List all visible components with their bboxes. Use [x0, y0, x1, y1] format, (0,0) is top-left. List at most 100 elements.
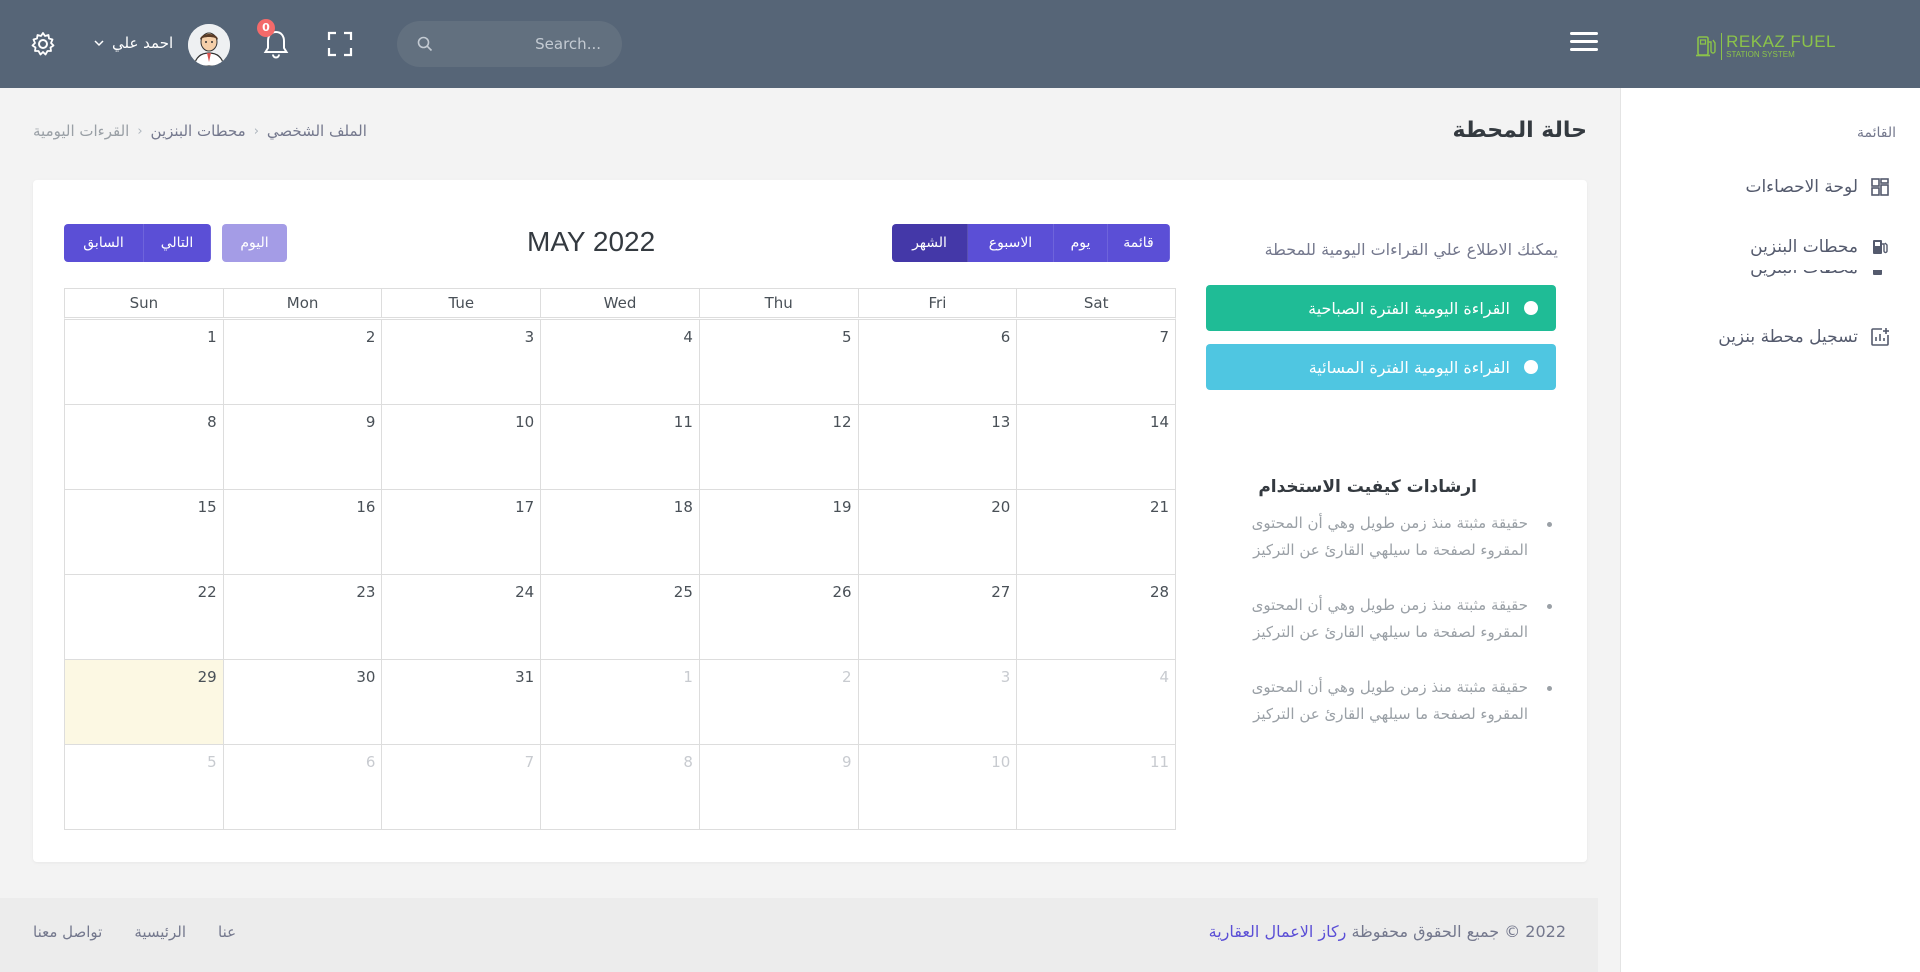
event-dot — [1524, 360, 1538, 374]
calendar-day[interactable]: 5 — [65, 745, 223, 829]
sidebar-item-register-station[interactable]: تسجيل محطة بنزين — [1718, 327, 1890, 347]
calendar-day[interactable]: 7 — [381, 745, 540, 829]
event-label: القراءة اليومية الفترة المسائية — [1308, 357, 1510, 377]
notification-badge: 0 — [257, 19, 275, 37]
avatar[interactable] — [188, 24, 230, 66]
calendar-day[interactable]: 10 — [857, 745, 1017, 829]
calendar-day[interactable]: 14 — [1016, 405, 1175, 489]
calendar-day[interactable]: 9 — [222, 405, 382, 489]
view-month-button[interactable]: الشهر — [892, 224, 968, 262]
calendar-day[interactable]: 9 — [698, 745, 858, 829]
calendar-day[interactable]: 13 — [857, 405, 1017, 489]
weekday-label: Sun — [129, 294, 159, 312]
gas-pump-icon — [1873, 270, 1882, 275]
calendar-day-today[interactable]: 29 — [65, 660, 223, 744]
view-day-button[interactable]: يوم — [1054, 224, 1108, 262]
calendar-day[interactable]: 3 — [381, 320, 540, 404]
calendar-day[interactable]: 4 — [1016, 660, 1175, 744]
calendar-day[interactable]: 3 — [857, 660, 1017, 744]
calendar-day[interactable]: 1 — [540, 660, 699, 744]
sidebar-title: القائمة — [1857, 125, 1896, 141]
sidebar-item-stations[interactable]: محطات البنزين — [1750, 237, 1890, 257]
sidebar-item-label: لوحة الاحصاءات — [1745, 177, 1858, 197]
calendar-week-row: 29 30 31 1 2 3 4 — [64, 660, 1176, 745]
calendar-day[interactable]: 31 — [381, 660, 540, 744]
calendar-day[interactable]: 18 — [540, 490, 699, 574]
calendar-day[interactable]: 20 — [857, 490, 1017, 574]
footer-link-contact[interactable]: تواصل معنا — [33, 923, 102, 941]
breadcrumb-item-stations[interactable]: محطات البنزين — [151, 122, 246, 140]
calendar-day[interactable]: 19 — [698, 490, 858, 574]
next-button[interactable]: التالي — [144, 224, 211, 262]
event-evening-reading[interactable]: القراءة اليومية الفترة المسائية — [1206, 344, 1556, 390]
prev-button[interactable]: السابق — [64, 224, 144, 262]
footer-links: عنا الرئيسية تواصل معنا — [33, 923, 236, 941]
brand-logo[interactable]: REKAZ FUEL STATION SYSTEM — [1695, 30, 1836, 62]
calendar-day[interactable]: 16 — [222, 490, 382, 574]
weekday-label: Fri — [857, 289, 1017, 317]
calendar-day[interactable]: 17 — [381, 490, 540, 574]
calendar-day[interactable]: 1 — [65, 320, 223, 404]
view-list-button[interactable]: قائمة — [1108, 224, 1170, 262]
footer-link-home[interactable]: الرئيسية — [134, 923, 186, 941]
search-input[interactable] — [441, 21, 601, 67]
calendar-day[interactable]: 12 — [698, 405, 858, 489]
guide-list: حقيقة مثبتة منذ زمن طويل وهي أن المحتوى … — [1222, 510, 1558, 756]
calendar-day[interactable]: 8 — [65, 405, 223, 489]
guide-title: ارشادات كيفيت الاستخدام — [1258, 477, 1477, 497]
sidebar-item-label: محطات البنزين — [1750, 237, 1858, 257]
event-morning-reading[interactable]: القراءة اليومية الفترة الصباحية — [1206, 285, 1556, 331]
calendar-day[interactable]: 24 — [381, 575, 540, 659]
sidebar — [1620, 88, 1920, 972]
calendar-day[interactable]: 23 — [222, 575, 382, 659]
copyright-brand-link[interactable]: ركاز الاعمال العقارية — [1209, 922, 1347, 941]
brand-name: REKAZ FUEL — [1726, 31, 1836, 51]
calendar-day[interactable]: 4 — [540, 320, 699, 404]
fullscreen-icon[interactable] — [327, 31, 353, 57]
chevron-down-icon[interactable] — [94, 38, 104, 48]
breadcrumb-item-profile[interactable]: الملف الشخصي — [267, 122, 367, 140]
dashboard-icon — [1871, 178, 1889, 196]
view-week-button[interactable]: الاسبوع — [968, 224, 1054, 262]
calendar-day[interactable]: 2 — [222, 320, 382, 404]
info-text: يمكنك الاطلاع علي القراءات اليومية للمحط… — [1264, 240, 1558, 259]
user-avatar-icon — [188, 24, 230, 66]
footer: 2022 © جميع الحقوق محفوظة ركاز الاعمال ا… — [0, 898, 1598, 972]
calendar-day[interactable]: 26 — [698, 575, 858, 659]
gear-icon[interactable] — [30, 31, 56, 57]
calendar-day[interactable]: 5 — [698, 320, 858, 404]
calendar-week-row: 1234567 — [64, 320, 1176, 405]
menu-toggle-icon[interactable] — [1570, 32, 1598, 54]
calendar-day[interactable]: 8 — [540, 745, 699, 829]
weekday-label: Mon — [222, 289, 382, 317]
calendar-day[interactable]: 6 — [222, 745, 382, 829]
today-button[interactable]: اليوم — [222, 224, 287, 262]
sidebar-item-ghost: محطات البنزين — [1730, 270, 1890, 292]
calendar-day[interactable]: 7 — [1016, 320, 1175, 404]
calendar-day[interactable]: 22 — [65, 575, 223, 659]
calendar-day[interactable]: 10 — [381, 405, 540, 489]
sidebar-item-label: محطات البنزين — [1750, 270, 1858, 278]
user-name[interactable]: احمد علي — [112, 34, 173, 52]
calendar-day[interactable]: 15 — [65, 490, 223, 574]
breadcrumb: الملف الشخصي ‹ محطات البنزين ‹ القرءات ا… — [33, 122, 367, 140]
footer-link-about[interactable]: عنا — [218, 923, 236, 941]
calendar-day[interactable]: 21 — [1016, 490, 1175, 574]
sidebar-item-dashboard[interactable]: لوحة الاحصاءات — [1745, 177, 1890, 197]
event-dot — [1524, 301, 1538, 315]
weekday-label: Wed — [540, 289, 699, 317]
calendar-day[interactable]: 11 — [540, 405, 699, 489]
calendar-day[interactable]: 27 — [857, 575, 1017, 659]
breadcrumb-item-current: القرءات اليومية — [33, 122, 130, 140]
calendar-day[interactable]: 2 — [698, 660, 858, 744]
calendar-day[interactable]: 25 — [540, 575, 699, 659]
guide-item: حقيقة مثبتة منذ زمن طويل وهي أن المحتوى … — [1222, 510, 1558, 564]
calendar-day[interactable]: 28 — [1016, 575, 1175, 659]
calendar-day[interactable]: 6 — [857, 320, 1017, 404]
sidebar-item-label: تسجيل محطة بنزين — [1718, 327, 1858, 347]
calendar-title: MAY 2022 — [527, 226, 656, 257]
calendar-day[interactable]: 11 — [1016, 745, 1175, 829]
calendar-day[interactable]: 30 — [222, 660, 382, 744]
add-chart-icon — [1871, 328, 1889, 346]
search-icon — [417, 36, 433, 52]
